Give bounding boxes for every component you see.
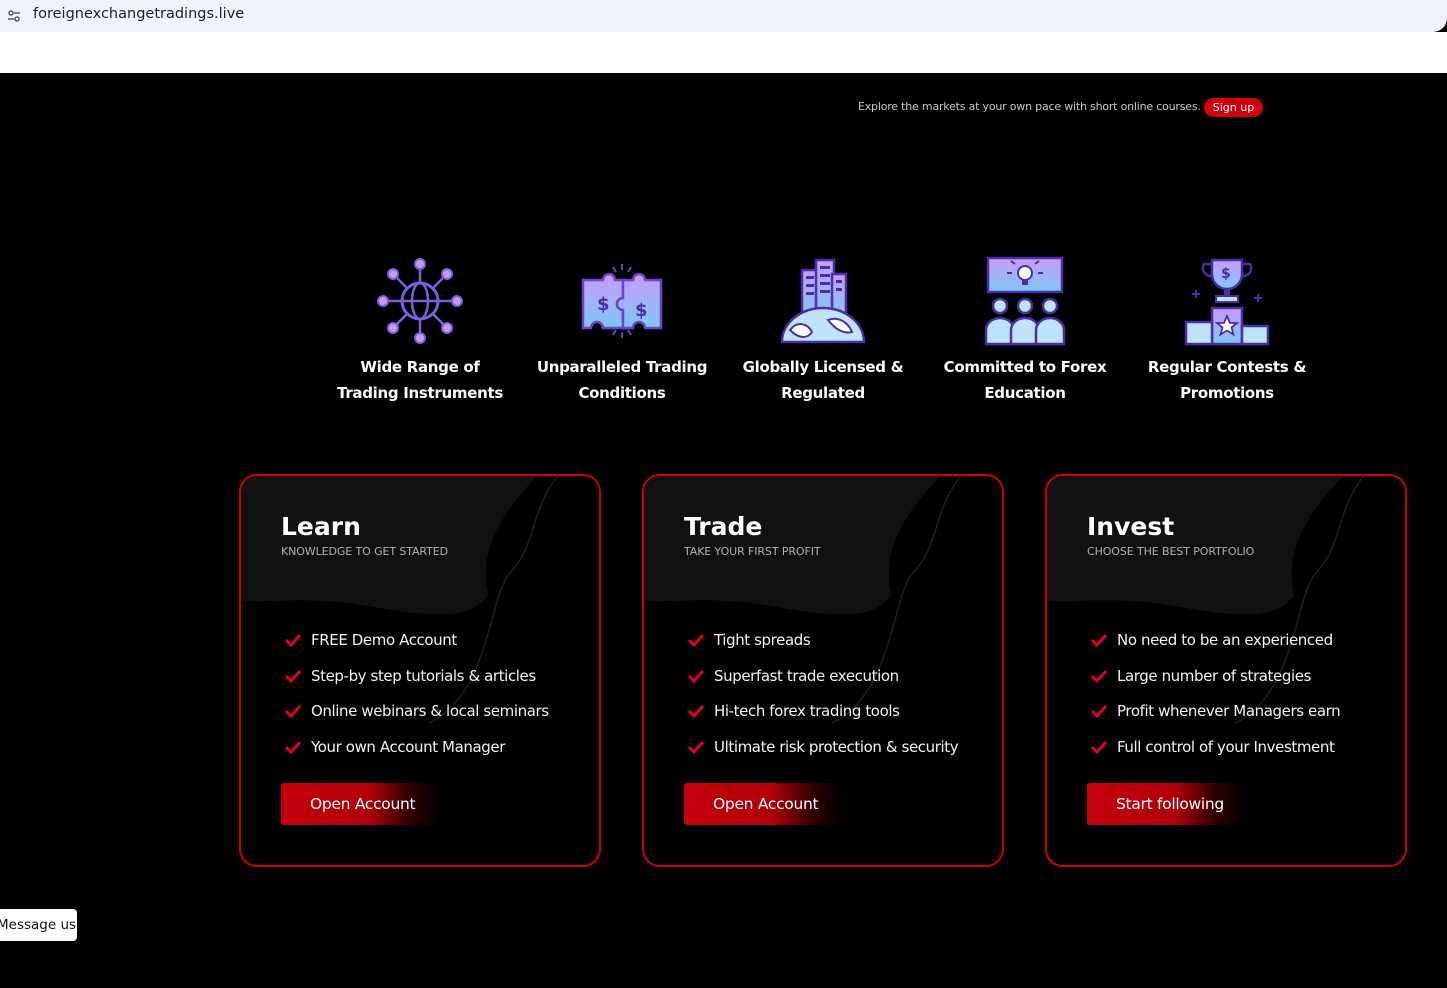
card-subtitle: TAKE YOUR FIRST PROFIT <box>684 545 821 558</box>
card-learn: Learn KNOWLEDGE TO GET STARTED FREE Demo… <box>239 474 601 867</box>
list-item: Full control of your Investment <box>1091 729 1340 765</box>
svg-text:$: $ <box>1221 266 1231 282</box>
check-icon <box>688 633 704 647</box>
feature-label: Globally Licensed & Regulated <box>742 358 904 402</box>
feature-label: Wide Range of Trading Instruments <box>337 358 503 402</box>
globe-network-icon <box>377 258 463 344</box>
feature-trading-conditions: $ $ Unparalleled Trading Conditions <box>532 256 712 406</box>
check-icon <box>285 705 301 719</box>
check-icon <box>688 669 704 683</box>
dollar-puzzle-icon: $ $ <box>581 264 663 338</box>
card-invest: Invest CHOOSE THE BEST PORTFOLIO No need… <box>1045 474 1407 867</box>
card-feature-list: No need to be an experienced Large numbe… <box>1091 622 1341 765</box>
feature-label: Committed to Forex Education <box>943 358 1107 402</box>
check-icon <box>1091 633 1107 647</box>
check-icon <box>1091 740 1107 754</box>
globe-buildings-icon <box>780 258 866 344</box>
feature-contests-promotions: $ Regular Contests & Promotions <box>1137 256 1317 406</box>
card-feature-list: Tight spreads Superfast trade execution … <box>688 622 959 765</box>
trophy-podium-icon: $ <box>1184 258 1270 346</box>
card-subtitle: KNOWLEDGE TO GET STARTED <box>281 545 449 558</box>
list-item: Tight spreads <box>688 622 958 658</box>
message-us-label: Message us <box>0 917 77 933</box>
promo-text: Explore the markets at your own pace wit… <box>858 100 1201 113</box>
check-icon <box>1091 705 1107 719</box>
svg-text:$: $ <box>597 294 610 315</box>
feature-label: Regular Contests & Promotions <box>1147 358 1307 402</box>
list-item: No need to be an experienced <box>1091 622 1340 658</box>
browser-address-bar: foreignexchangetradings.live <box>0 0 1447 32</box>
message-us-button[interactable]: Message us <box>0 909 77 941</box>
card-title: Learn <box>281 512 361 541</box>
list-item: Ultimate risk protection & security <box>688 729 959 765</box>
check-icon <box>285 740 301 754</box>
feature-licensed-regulated: Globally Licensed & Regulated <box>733 256 913 406</box>
check-icon <box>688 705 704 719</box>
open-account-button[interactable]: Open Account <box>281 783 441 825</box>
signup-button[interactable]: Sign up <box>1204 98 1263 117</box>
check-icon <box>285 669 301 683</box>
list-item: Profit whenever Managers earn <box>1091 693 1341 729</box>
list-item: Online webinars & local seminars <box>285 693 549 729</box>
card-title: Trade <box>684 512 763 541</box>
feature-label: Unparalleled Trading Conditions <box>536 358 708 402</box>
top-white-strip <box>0 32 1447 73</box>
list-item: Large number of strategies <box>1091 658 1340 694</box>
list-item: Superfast trade execution <box>688 658 958 694</box>
open-account-button[interactable]: Open Account <box>684 783 844 825</box>
card-trade: Trade TAKE YOUR FIRST PROFIT Tight sprea… <box>642 474 1004 867</box>
card-title: Invest <box>1087 512 1175 541</box>
education-people-icon <box>984 256 1066 346</box>
site-settings-icon[interactable] <box>7 9 21 23</box>
svg-text:$: $ <box>635 300 648 321</box>
list-item: Hi-tech forex trading tools <box>688 693 958 729</box>
check-icon <box>688 740 704 754</box>
card-feature-list: FREE Demo Account Step-by step tutorials… <box>285 622 549 765</box>
check-icon <box>285 633 301 647</box>
list-item: Your own Account Manager <box>285 729 549 765</box>
url-text[interactable]: foreignexchangetradings.live <box>33 6 244 22</box>
list-item: FREE Demo Account <box>285 622 549 658</box>
check-icon <box>1091 669 1107 683</box>
list-item: Step-by step tutorials & articles <box>285 658 549 694</box>
feature-forex-education: Committed to Forex Education <box>935 256 1115 406</box>
feature-trading-instruments: Wide Range of Trading Instruments <box>330 256 510 406</box>
card-subtitle: CHOOSE THE BEST PORTFOLIO <box>1087 545 1255 558</box>
start-following-button[interactable]: Start following <box>1087 783 1247 825</box>
